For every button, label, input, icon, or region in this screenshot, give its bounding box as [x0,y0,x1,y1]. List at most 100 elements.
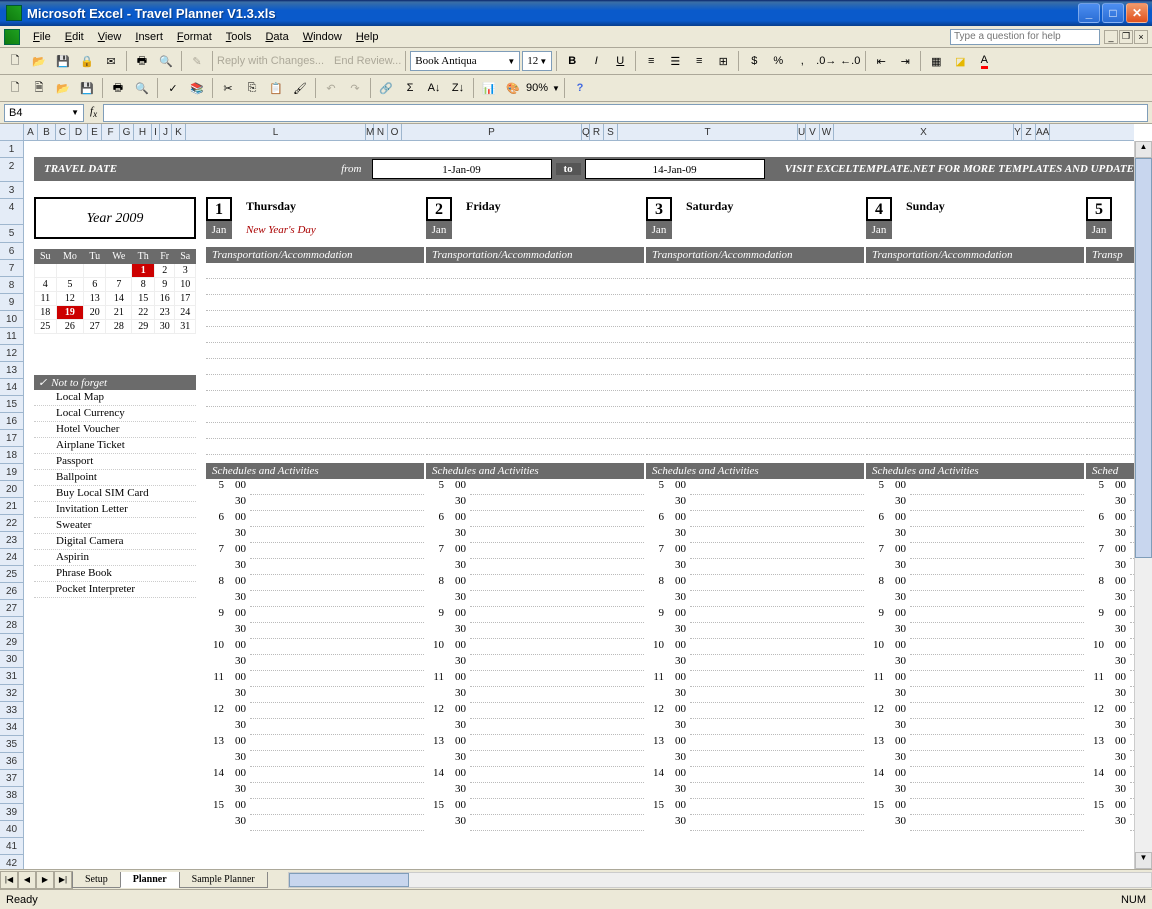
menu-edit[interactable]: Edit [58,29,91,45]
percent-button[interactable]: % [767,50,789,72]
menu-insert[interactable]: Insert [128,29,170,45]
drawing-button[interactable]: 🎨 [502,77,524,99]
row-header-31[interactable]: 31 [0,668,23,685]
schedule-row[interactable]: 30 [646,719,864,735]
select-all-corner[interactable] [0,124,24,141]
col-header-A[interactable]: A [24,124,38,141]
schedule-row[interactable]: 30 [206,495,424,511]
row-header-2[interactable]: 2 [0,158,23,182]
ntf-item[interactable]: Local Currency [34,406,196,422]
row-header-35[interactable]: 35 [0,736,23,753]
transport-lines[interactable] [866,263,1084,455]
new-blank-button[interactable]: 🗋 [4,77,26,99]
font-name-combo[interactable]: Book Antiqua▼ [410,51,520,71]
menu-view[interactable]: View [91,29,129,45]
schedule-row[interactable]: 1300 [426,735,644,751]
minical-day[interactable]: 16 [154,292,174,306]
schedule-row[interactable]: 1200 [426,703,644,719]
row-header-27[interactable]: 27 [0,600,23,617]
schedule-row[interactable]: 1000 [866,639,1084,655]
minical-day[interactable]: 31 [175,320,196,334]
doc-close-button[interactable]: × [1134,30,1148,44]
undo-button[interactable]: ↶ [320,77,342,99]
schedule-row[interactable]: 30 [426,591,644,607]
col-header-N[interactable]: N [374,124,388,141]
schedule-row[interactable]: 30 [1086,655,1134,671]
schedule-row[interactable]: 30 [866,655,1084,671]
row-header-36[interactable]: 36 [0,753,23,770]
currency-button[interactable]: $ [743,50,765,72]
schedule-row[interactable]: 800 [426,575,644,591]
schedule-row[interactable]: 30 [1086,815,1134,831]
col-header-J[interactable]: J [160,124,172,141]
day-number[interactable]: 5 [1086,197,1112,221]
row-header-15[interactable]: 15 [0,396,23,413]
schedule-row[interactable]: 30 [206,719,424,735]
minical-day[interactable]: 18 [35,306,57,320]
schedule-row[interactable]: 30 [206,527,424,543]
row-header-5[interactable]: 5 [0,225,23,243]
schedule-row[interactable]: 600 [206,511,424,527]
schedule-row[interactable]: 30 [426,719,644,735]
schedule-row[interactable]: 30 [426,687,644,703]
minical-day[interactable]: 6 [84,278,106,292]
schedule-row[interactable]: 1300 [866,735,1084,751]
underline-button[interactable]: U [609,50,631,72]
row-header-33[interactable]: 33 [0,702,23,719]
name-box[interactable]: B4▼ [4,104,84,122]
paste-button[interactable]: 📋 [265,77,287,99]
schedule-row[interactable]: 30 [1086,559,1134,575]
schedule-row[interactable]: 900 [1086,607,1134,623]
schedule-row[interactable]: 1500 [426,799,644,815]
schedule-row[interactable]: 900 [646,607,864,623]
ntf-item[interactable]: Pocket Interpreter [34,582,196,598]
schedule-row[interactable]: 1400 [646,767,864,783]
schedule-row[interactable]: 1000 [646,639,864,655]
sheet-tab-planner[interactable]: Planner [120,872,180,888]
row-headers[interactable]: 1234567891011121314151617181920212223242… [0,141,24,869]
decrease-decimal-button[interactable]: ←.0 [839,50,861,72]
col-header-Q[interactable]: Q [582,124,590,141]
comma-button[interactable]: , [791,50,813,72]
row-header-7[interactable]: 7 [0,260,23,277]
research-button[interactable]: 📚 [186,77,208,99]
row-header-18[interactable]: 18 [0,447,23,464]
col-header-H[interactable]: H [134,124,152,141]
permissions-button[interactable]: 🔒 [76,50,98,72]
minical-day[interactable]: 22 [132,306,155,320]
minical-day[interactable] [84,264,106,278]
year-display[interactable]: Year 2009 [34,197,196,239]
minical-day[interactable]: 25 [35,320,57,334]
col-header-R[interactable]: R [590,124,604,141]
schedule-row[interactable]: 30 [426,783,644,799]
col-header-AA[interactable]: AA [1036,124,1050,141]
schedule-row[interactable]: 30 [426,495,644,511]
chart-wizard-button[interactable]: 📊 [478,77,500,99]
ntf-item[interactable]: Aspirin [34,550,196,566]
open-button-2[interactable]: 📂 [52,77,74,99]
menu-format[interactable]: Format [170,29,219,45]
row-header-9[interactable]: 9 [0,294,23,311]
schedule-row[interactable]: 800 [1086,575,1134,591]
schedule-row[interactable]: 700 [1086,543,1134,559]
ntf-item[interactable]: Phrase Book [34,566,196,582]
copy-button[interactable]: ⎘ [241,77,263,99]
scroll-thumb[interactable] [1135,158,1152,558]
schedule-row[interactable]: 900 [206,607,424,623]
schedule-row[interactable]: 1200 [206,703,424,719]
minical-day[interactable]: 29 [132,320,155,334]
col-header-X[interactable]: X [834,124,1014,141]
row-header-13[interactable]: 13 [0,362,23,379]
day-number[interactable]: 3 [646,197,672,221]
cut-button[interactable]: ✂ [217,77,239,99]
tab-nav-prev[interactable]: ◀ [18,871,36,889]
menu-file[interactable]: File [26,29,58,45]
menu-tools[interactable]: Tools [219,29,259,45]
schedule-row[interactable]: 700 [206,543,424,559]
row-header-20[interactable]: 20 [0,481,23,498]
row-header-39[interactable]: 39 [0,804,23,821]
schedule-row[interactable]: 30 [866,623,1084,639]
schedule-row[interactable]: 1000 [426,639,644,655]
align-center-button[interactable]: ☰ [664,50,686,72]
schedule-row[interactable]: 800 [866,575,1084,591]
